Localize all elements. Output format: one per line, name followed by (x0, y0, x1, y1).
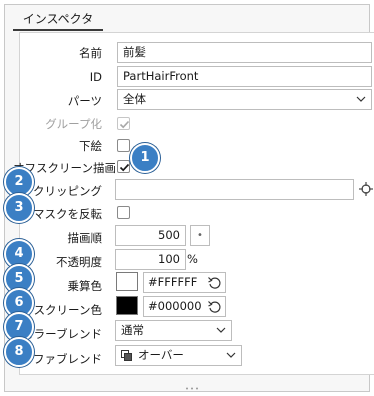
tab-inspector[interactable]: インスペクタ (13, 9, 103, 31)
chevron-down-icon (216, 327, 226, 333)
multiply-color-hex: #FFFFFF (148, 275, 198, 289)
id-label: ID (89, 70, 102, 84)
chevron-down-icon (356, 96, 366, 102)
screen-color-label: スクリーン色 (33, 303, 102, 317)
lower-label: 下絵 (79, 139, 102, 153)
alpha-blend-value: オーバー (138, 348, 184, 362)
color-blend-label: カラーブレンド (22, 327, 102, 341)
screen-color-hex: #000000 (148, 299, 202, 313)
multiply-color-field[interactable]: #FFFFFF (143, 272, 226, 293)
color-blend-select[interactable]: 通常 (115, 320, 232, 341)
draw-order-field[interactable]: 500 (115, 225, 186, 246)
checkmark-icon (119, 163, 130, 172)
parts-select-value: 全体 (123, 92, 146, 106)
target-icon[interactable] (359, 182, 373, 196)
callout-badge-1: 1 (130, 143, 160, 173)
inspector-content: 名前 前髪 ID PartHairFront パーツ 全体 グループ化 下絵 オ… (10, 32, 374, 375)
checkmark-icon (119, 120, 130, 129)
draw-order-stepper[interactable]: • (190, 225, 210, 246)
invert-mask-checkbox[interactable] (117, 206, 130, 219)
offscreen-checkbox[interactable] (117, 160, 130, 173)
chevron-down-icon (226, 352, 236, 358)
reset-icon[interactable] (207, 275, 222, 290)
reset-icon[interactable] (207, 299, 222, 314)
multiply-color-swatch[interactable] (116, 272, 138, 291)
resize-grip-icon[interactable] (185, 387, 199, 390)
screen-color-field[interactable]: #000000 (143, 296, 226, 317)
layers-icon (121, 350, 132, 361)
inspector-panel: インスペクタ 名前 前髪 ID PartHairFront パーツ 全体 グルー… (4, 4, 374, 392)
color-blend-value: 通常 (121, 323, 144, 337)
lower-checkbox[interactable] (117, 139, 130, 152)
multiply-color-label: 乗算色 (67, 279, 103, 293)
group-checkbox[interactable] (117, 117, 130, 130)
clipping-label: クリッピング (33, 184, 102, 198)
opacity-field[interactable]: 100 (115, 249, 186, 270)
parts-label: パーツ (67, 94, 102, 108)
name-label: 名前 (79, 46, 102, 60)
callout-badge-8: 8 (4, 337, 34, 367)
group-label: グループ化 (45, 117, 102, 131)
id-field[interactable]: PartHairFront (117, 66, 372, 87)
draw-order-label: 描画順 (67, 231, 103, 245)
name-field[interactable]: 前髪 (117, 42, 372, 63)
alpha-blend-select[interactable]: オーバー (115, 345, 242, 366)
clipping-field[interactable] (115, 179, 354, 200)
invert-mask-label: マスクを反転 (33, 207, 102, 221)
screen-color-swatch[interactable] (116, 296, 138, 315)
opacity-unit: % (187, 252, 198, 266)
parts-select[interactable]: 全体 (117, 89, 372, 110)
opacity-label: 不透明度 (56, 255, 102, 269)
callout-badge-3: 3 (4, 193, 34, 223)
